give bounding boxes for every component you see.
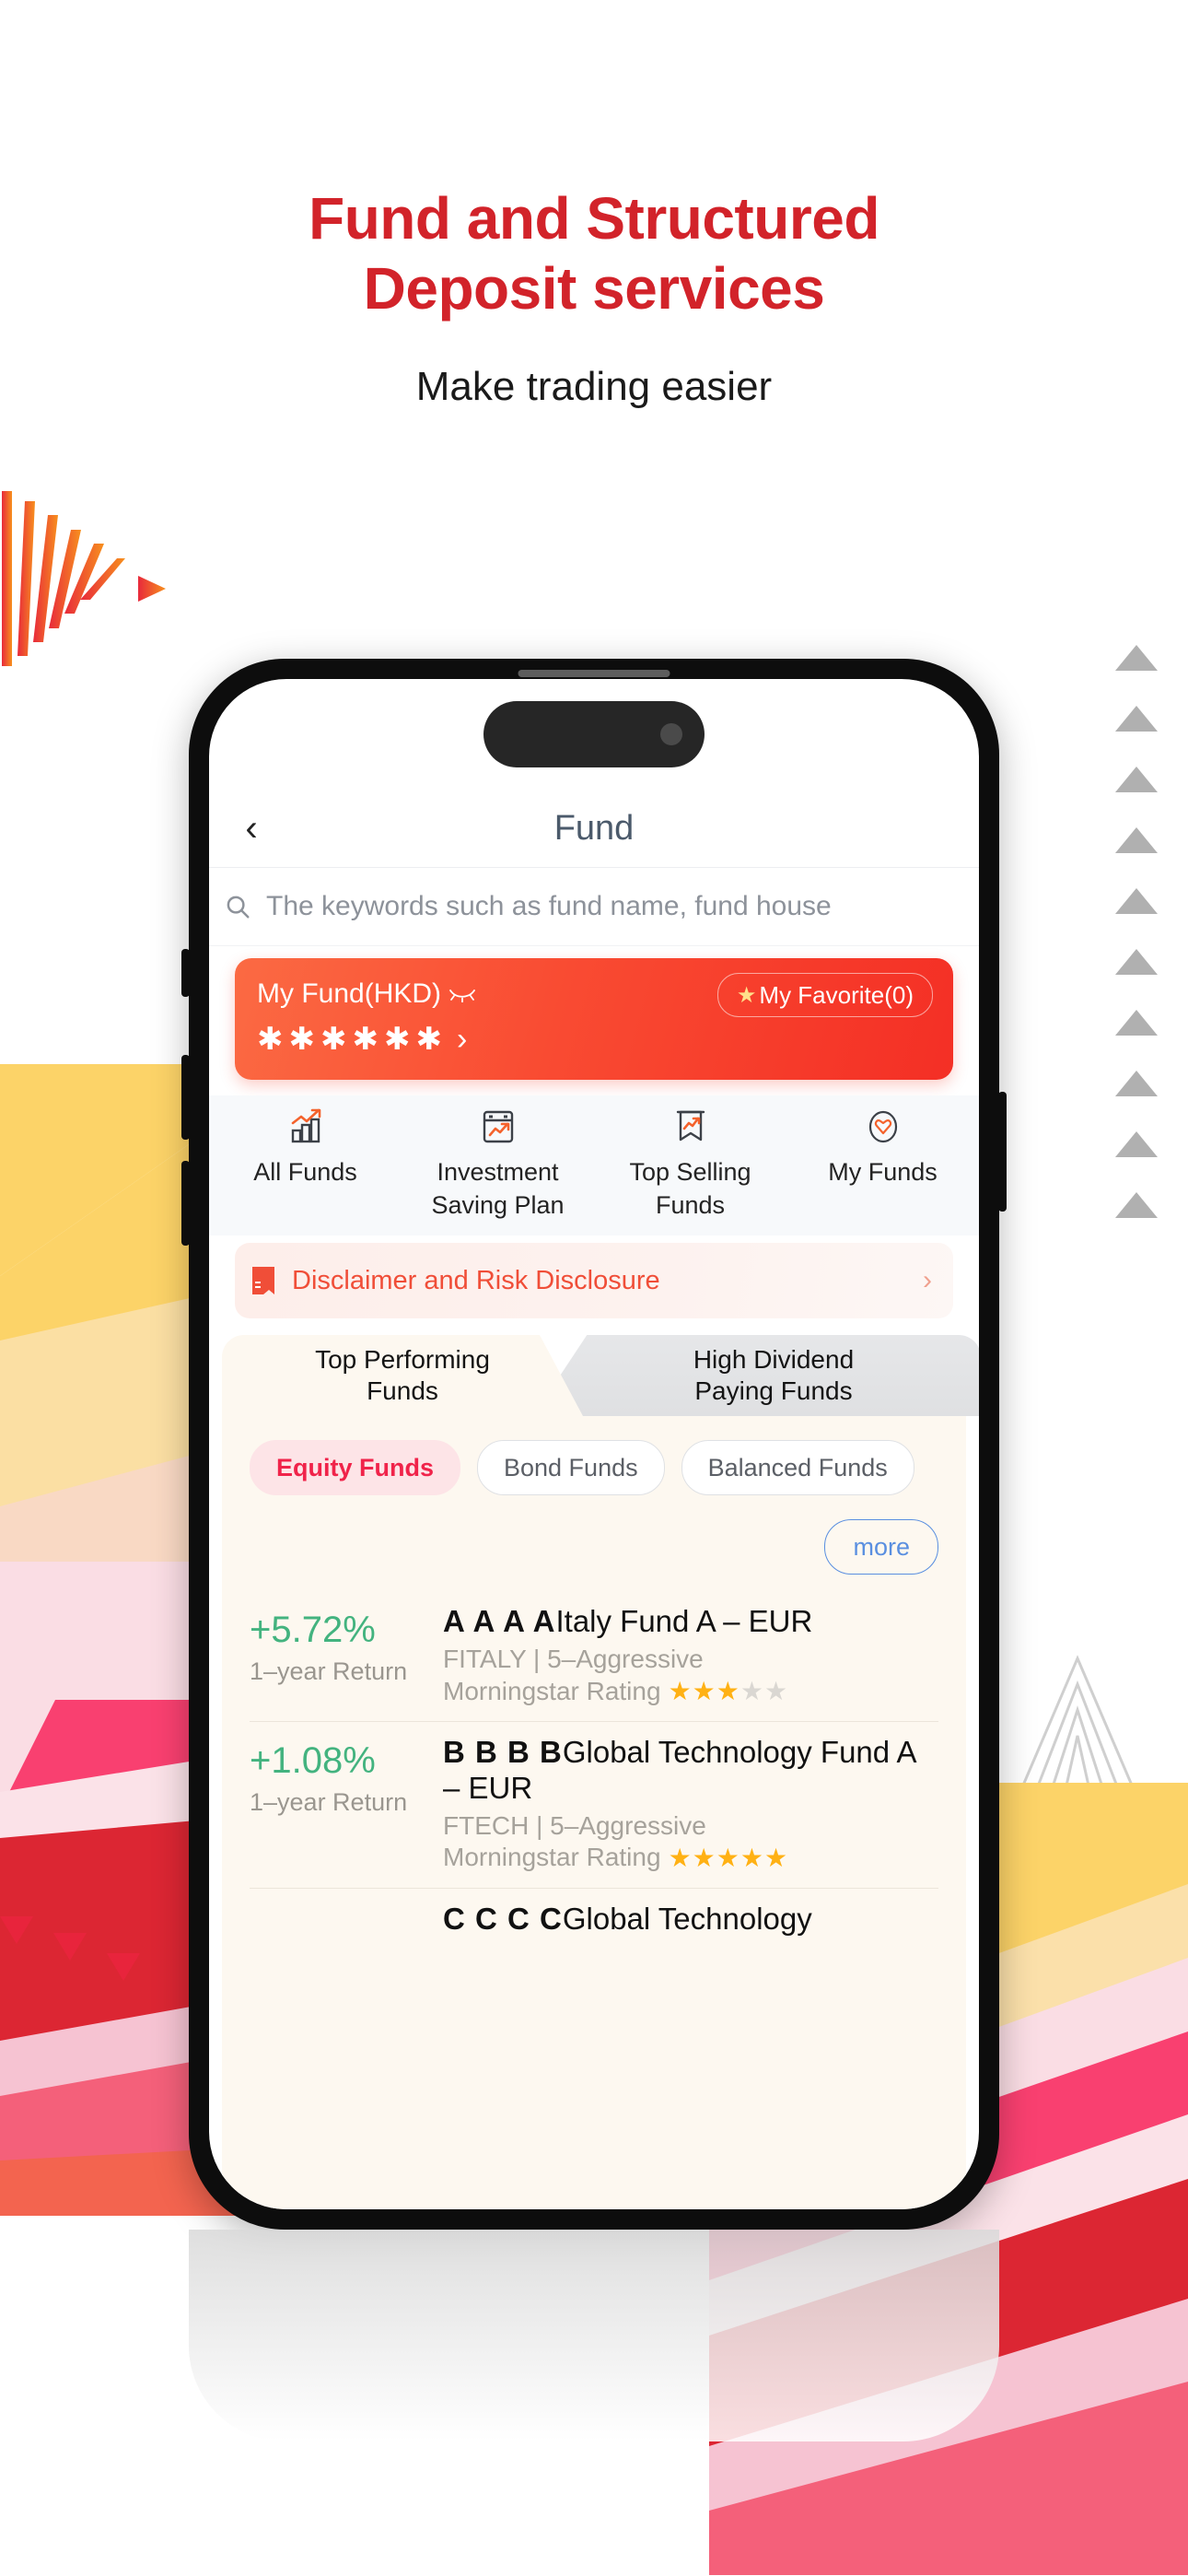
front-camera-icon bbox=[660, 723, 682, 745]
fund-detail-block: A A A AItaly Fund A – EUR FITALY | 5–Agg… bbox=[443, 1604, 938, 1706]
triangle-column-decoration bbox=[1101, 645, 1171, 1253]
fund-rating-label: Morningstar Rating bbox=[443, 1843, 661, 1872]
quick-action-label: Investment Saving Plan bbox=[431, 1158, 565, 1219]
phone-power-button bbox=[998, 1092, 1007, 1212]
fund-code-prefix: C C C C bbox=[443, 1901, 563, 1936]
fund-return-block: +1.08% 1–year Return bbox=[250, 1735, 443, 1873]
fund-return-value: +1.08% bbox=[250, 1740, 376, 1782]
fund-rating-label: Morningstar Rating bbox=[443, 1676, 661, 1705]
fund-return-label: 1–year Return bbox=[250, 1657, 408, 1685]
quick-action-all-funds[interactable]: All Funds bbox=[209, 1095, 402, 1235]
fund-meta: FITALY | 5–Aggressive bbox=[443, 1645, 704, 1674]
phone-volume-up-button bbox=[181, 1055, 190, 1140]
fund-detail-block: B B B BGlobal Technology Fund A – EUR FT… bbox=[443, 1735, 938, 1873]
page-title: Fund bbox=[553, 808, 635, 848]
phone-reflection bbox=[189, 2230, 999, 2441]
fund-category-chips: Equity Funds Bond Funds Balanced Funds bbox=[250, 1440, 914, 1495]
tab-label: Top Performing Funds bbox=[315, 1345, 490, 1405]
fund-tabs: Top Performing Funds High Dividend Payin… bbox=[209, 1335, 979, 1416]
bar-chart-trend-icon bbox=[285, 1103, 327, 1151]
fund-name: C C C CGlobal Technology bbox=[443, 1902, 938, 1937]
fund-list: +5.72% 1–year Return A A A AItaly Fund A… bbox=[250, 1591, 938, 1951]
fund-list-item[interactable]: +1.08% 1–year Return B B B BGlobal Techn… bbox=[250, 1722, 938, 1889]
fund-list-item[interactable]: +5.72% 1–year Return A A A AItaly Fund A… bbox=[250, 1591, 938, 1723]
tab-label: High Dividend Paying Funds bbox=[693, 1345, 855, 1405]
morningstar-rating-stars: ★★★★★ bbox=[668, 1677, 789, 1706]
promo-headline-line2: Deposit services bbox=[363, 254, 825, 322]
fund-list-item[interactable]: C C C CGlobal Technology bbox=[250, 1889, 938, 1951]
quick-action-label: My Funds bbox=[828, 1158, 938, 1186]
fund-rating-row: Morningstar Rating ★★★★★ bbox=[443, 1676, 938, 1706]
quick-actions-row: All Funds Investment Saving Plan Top Sel… bbox=[209, 1095, 979, 1235]
masked-balance-value: ✱✱✱✱✱✱ bbox=[257, 1022, 448, 1057]
tab-top-performing-funds[interactable]: Top Performing Funds bbox=[222, 1335, 583, 1416]
my-fund-card[interactable]: My Fund(HKD) ★ My Favorite(0) ✱✱✱✱✱✱ › bbox=[235, 958, 953, 1080]
fund-name: B B B BGlobal Technology Fund A – EUR bbox=[443, 1735, 938, 1806]
more-button[interactable]: more bbox=[824, 1519, 938, 1575]
fund-detail-block: C C C CGlobal Technology bbox=[443, 1902, 938, 1937]
chip-bond-funds[interactable]: Bond Funds bbox=[477, 1440, 665, 1495]
heart-circle-icon bbox=[862, 1103, 904, 1151]
disclaimer-label: Disclaimer and Risk Disclosure bbox=[292, 1265, 660, 1295]
tab-high-dividend-paying-funds[interactable]: High Dividend Paying Funds bbox=[533, 1335, 979, 1416]
my-fund-title-text: My Fund(HKD) bbox=[257, 978, 442, 1009]
fund-return-block bbox=[250, 1902, 443, 1937]
calendar-trend-icon bbox=[477, 1103, 519, 1151]
morningstar-rating-stars: ★★★★★ bbox=[668, 1843, 789, 1872]
fund-return-block: +5.72% 1–year Return bbox=[250, 1604, 443, 1706]
quick-action-my-funds[interactable]: My Funds bbox=[786, 1095, 979, 1235]
my-fund-title: My Fund(HKD) bbox=[257, 978, 476, 1010]
chevron-right-icon: › bbox=[923, 1265, 932, 1295]
fund-code-prefix: B B B B bbox=[443, 1735, 563, 1770]
phone-volume-down-button bbox=[181, 1161, 190, 1246]
phone-mute-switch bbox=[181, 949, 190, 997]
star-icon: ★ bbox=[736, 982, 757, 1008]
fund-name-text: Italy Fund A – EUR bbox=[555, 1604, 813, 1638]
left-arrow-decoration bbox=[2, 491, 166, 666]
chip-equity-funds[interactable]: Equity Funds bbox=[250, 1440, 460, 1495]
fund-name: A A A AItaly Fund A – EUR bbox=[443, 1604, 938, 1639]
masked-balance[interactable]: ✱✱✱✱✱✱ › bbox=[257, 1021, 467, 1058]
fund-name-text: Global Technology bbox=[562, 1901, 812, 1936]
quick-action-top-selling-funds[interactable]: Top Selling Funds bbox=[594, 1095, 786, 1235]
mini-triangles-decoration bbox=[0, 1916, 140, 1981]
document-icon bbox=[235, 1266, 292, 1295]
quick-action-label: Top Selling Funds bbox=[629, 1158, 751, 1219]
triangle-rings-decoration bbox=[992, 1655, 1163, 1854]
search-icon bbox=[209, 893, 266, 920]
fund-return-value: +5.72% bbox=[250, 1610, 376, 1650]
eye-slash-icon[interactable] bbox=[448, 986, 476, 1002]
my-favorite-button[interactable]: ★ My Favorite(0) bbox=[716, 973, 933, 1017]
fund-meta: FTECH | 5–Aggressive bbox=[443, 1810, 706, 1840]
my-favorite-label: My Favorite(0) bbox=[759, 980, 914, 1009]
promo-subheadline: Make trading easier bbox=[415, 364, 773, 409]
quick-action-investment-saving-plan[interactable]: Investment Saving Plan bbox=[402, 1095, 594, 1235]
banner-trend-icon bbox=[670, 1103, 712, 1151]
fund-rating-row: Morningstar Rating ★★★★★ bbox=[443, 1843, 938, 1873]
dynamic-island bbox=[483, 701, 705, 767]
chevron-right-icon: › bbox=[456, 1021, 468, 1057]
disclaimer-row[interactable]: Disclaimer and Risk Disclosure › bbox=[235, 1243, 953, 1318]
promo-headline: Fund and Structured Deposit services bbox=[0, 184, 1188, 323]
fund-return-label: 1–year Return bbox=[250, 1788, 408, 1817]
fund-panel: Equity Funds Bond Funds Balanced Funds m… bbox=[222, 1414, 966, 2209]
chip-balanced-funds[interactable]: Balanced Funds bbox=[681, 1440, 914, 1495]
phone-screen: ‹ Fund The keywords such as fund name, f… bbox=[209, 679, 979, 2209]
search-bar[interactable]: The keywords such as fund name, fund hou… bbox=[209, 868, 979, 946]
quick-action-label: All Funds bbox=[253, 1158, 357, 1186]
app-navbar: ‹ Fund bbox=[209, 790, 979, 868]
search-input[interactable]: The keywords such as fund name, fund hou… bbox=[266, 891, 832, 922]
promo-headline-line1: Fund and Structured bbox=[309, 185, 879, 252]
phone-mockup: ‹ Fund The keywords such as fund name, f… bbox=[181, 659, 1007, 2230]
fund-code-prefix: A A A A bbox=[443, 1604, 556, 1638]
